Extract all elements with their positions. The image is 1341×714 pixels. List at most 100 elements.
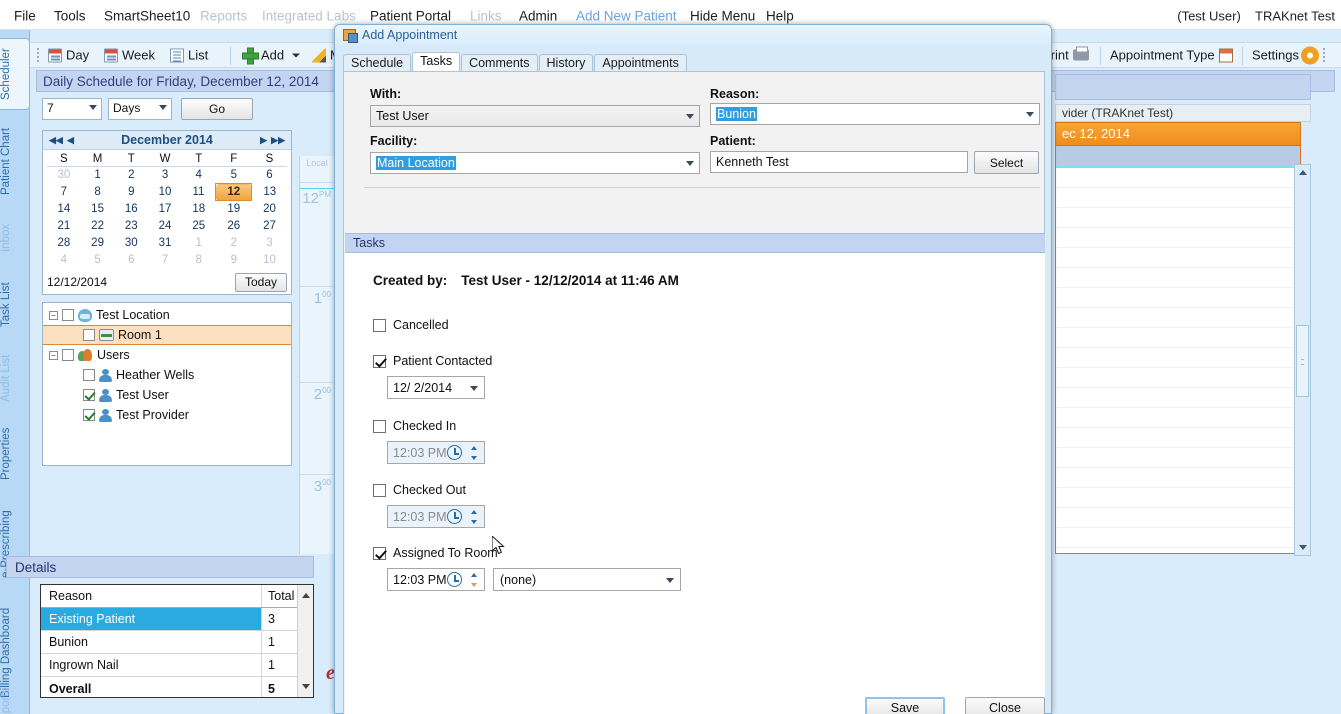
calendar-day[interactable]: 30 [47, 167, 81, 184]
sidebar-item-properties[interactable]: Properties [0, 418, 30, 490]
cancelled-checkbox-row[interactable]: Cancelled [373, 318, 449, 332]
assigned-to-room-checkbox[interactable] [373, 546, 386, 560]
patient-contacted-date-field[interactable]: 12/ 2/2014 [387, 376, 485, 399]
calendar-day[interactable]: 24 [148, 218, 182, 235]
add-button[interactable]: Add [242, 47, 301, 65]
menu-item-add-new-patient[interactable]: Add New Patient [576, 9, 677, 24]
scroll-down-icon[interactable] [302, 684, 310, 689]
table-row[interactable]: Bunion 1 [41, 631, 313, 654]
calendar-prev-month-icon[interactable]: ◀ [67, 135, 74, 146]
checked-in-checkbox-row[interactable]: Checked In [373, 419, 456, 433]
details-scrollbar[interactable] [297, 585, 313, 697]
menu-item-file[interactable]: File [14, 9, 36, 24]
time-slot[interactable] [1056, 448, 1300, 468]
tab-tasks[interactable]: Tasks [412, 52, 461, 71]
calendar-day[interactable]: 9 [216, 252, 252, 269]
calendar-day[interactable]: 18 [182, 201, 216, 218]
stepper-down-icon[interactable] [471, 456, 477, 460]
calendar-day[interactable]: 4 [47, 252, 81, 269]
calendar-day[interactable]: 2 [216, 235, 252, 252]
scroll-up-icon[interactable] [302, 593, 310, 598]
calendar-day[interactable]: 11 [182, 184, 216, 201]
sidebar-item-audit-list[interactable]: Audit List [0, 346, 30, 410]
calendar-day[interactable]: 1 [81, 167, 115, 184]
calendar-day[interactable]: 7 [47, 184, 81, 201]
stepper-down-icon[interactable] [471, 520, 477, 524]
calendar-day[interactable]: 22 [81, 218, 115, 235]
calendar-day[interactable]: 5 [81, 252, 115, 269]
chevron-down-icon[interactable] [470, 386, 478, 391]
time-slot[interactable] [1056, 168, 1300, 188]
tab-appointments[interactable]: Appointments [594, 54, 687, 71]
scroll-down-icon[interactable] [1299, 545, 1307, 550]
tree-checkbox-checked[interactable] [83, 389, 95, 401]
menu-item-hide-menu[interactable]: Hide Menu [690, 9, 755, 24]
calendar-day[interactable]: 10 [148, 184, 182, 201]
calendar-day[interactable]: 3 [148, 167, 182, 184]
range-unit-select[interactable]: Days [108, 98, 172, 120]
clock-icon[interactable] [447, 509, 462, 524]
calendar-prev-year-icon[interactable]: ◀◀ [49, 135, 63, 146]
sidebar-item-patient-chart[interactable]: Patient Chart [0, 118, 30, 204]
toolbar-grip-icon[interactable] [36, 47, 40, 65]
settings-button[interactable]: Settings [1252, 48, 1317, 63]
chevron-down-icon[interactable] [292, 53, 301, 57]
table-row[interactable]: Existing Patient 3 [41, 608, 313, 631]
patient-field[interactable]: Kenneth Test [710, 151, 968, 173]
sidebar-item-reports[interactable]: Reports [0, 678, 30, 714]
sidebar-item-scheduler[interactable]: Scheduler [0, 38, 30, 110]
calendar-day[interactable]: 13 [252, 184, 287, 201]
patient-contacted-checkbox-row[interactable]: Patient Contacted [373, 354, 492, 368]
assigned-to-room-time-field[interactable]: 12:03 PM [387, 568, 485, 591]
time-slot[interactable] [1056, 468, 1300, 488]
time-slot[interactable] [1056, 208, 1300, 228]
menu-item-reports[interactable]: Reports [200, 9, 247, 24]
checked-in-checkbox[interactable] [373, 419, 386, 433]
calendar-next-month-icon[interactable]: ▶ [260, 135, 267, 146]
checked-out-checkbox-row[interactable]: Checked Out [373, 483, 466, 497]
tree-item-test-provider[interactable]: Test Provider [43, 405, 291, 425]
day-view-button[interactable]: Day [48, 48, 89, 63]
tab-history[interactable]: History [538, 54, 594, 71]
stepper-up-icon[interactable] [471, 510, 477, 514]
time-slot[interactable] [1056, 188, 1300, 208]
facility-select[interactable]: Main Location [370, 152, 700, 174]
calendar-day[interactable]: 3 [252, 235, 287, 252]
checked-out-time-field[interactable]: 12:03 PM [387, 505, 485, 528]
menu-item-integrated-labs[interactable]: Integrated Labs [262, 9, 356, 24]
sidebar-item-task-list[interactable]: Task List [0, 272, 30, 338]
calendar-day[interactable]: 14 [47, 201, 81, 218]
assigned-to-room-checkbox-row[interactable]: Assigned To Room [373, 546, 498, 560]
menu-item-help[interactable]: Help [766, 9, 794, 24]
calendar-day[interactable]: 15 [81, 201, 115, 218]
tree-item-test-location[interactable]: − Test Location [43, 305, 291, 325]
time-slot[interactable] [1056, 488, 1300, 508]
scrollbar-thumb[interactable] [1296, 325, 1309, 397]
schedule-slot-area[interactable] [1055, 166, 1301, 554]
patient-contacted-checkbox[interactable] [373, 354, 386, 368]
collapse-icon[interactable]: − [49, 310, 58, 320]
tab-schedule[interactable]: Schedule [343, 54, 412, 71]
calendar-day[interactable]: 16 [114, 201, 148, 218]
calendar-day[interactable]: 6 [252, 167, 287, 184]
time-slot[interactable] [1056, 288, 1300, 308]
select-patient-button[interactable]: Select [974, 151, 1039, 174]
time-slot[interactable] [1056, 408, 1300, 428]
calendar-day[interactable]: 4 [182, 167, 216, 184]
tab-comments[interactable]: Comments [461, 54, 538, 71]
menu-item-smartsheet10[interactable]: SmartSheet10 [104, 9, 190, 24]
calendar-day[interactable]: 6 [114, 252, 148, 269]
time-slot[interactable] [1056, 348, 1300, 368]
menu-item-admin[interactable]: Admin [519, 9, 557, 24]
today-button[interactable]: Today [235, 272, 287, 292]
calendar-day[interactable]: 7 [148, 252, 182, 269]
time-slot[interactable] [1056, 368, 1300, 388]
close-button[interactable]: Close [965, 697, 1045, 714]
scroll-up-icon[interactable] [1299, 170, 1307, 175]
tree-checkbox[interactable] [62, 309, 74, 321]
time-stepper[interactable] [469, 445, 480, 461]
calendar-day[interactable]: 26 [216, 218, 252, 235]
calendar-day[interactable]: 29 [81, 235, 115, 252]
tree-checkbox[interactable] [83, 329, 95, 341]
calendar-day[interactable]: 31 [148, 235, 182, 252]
